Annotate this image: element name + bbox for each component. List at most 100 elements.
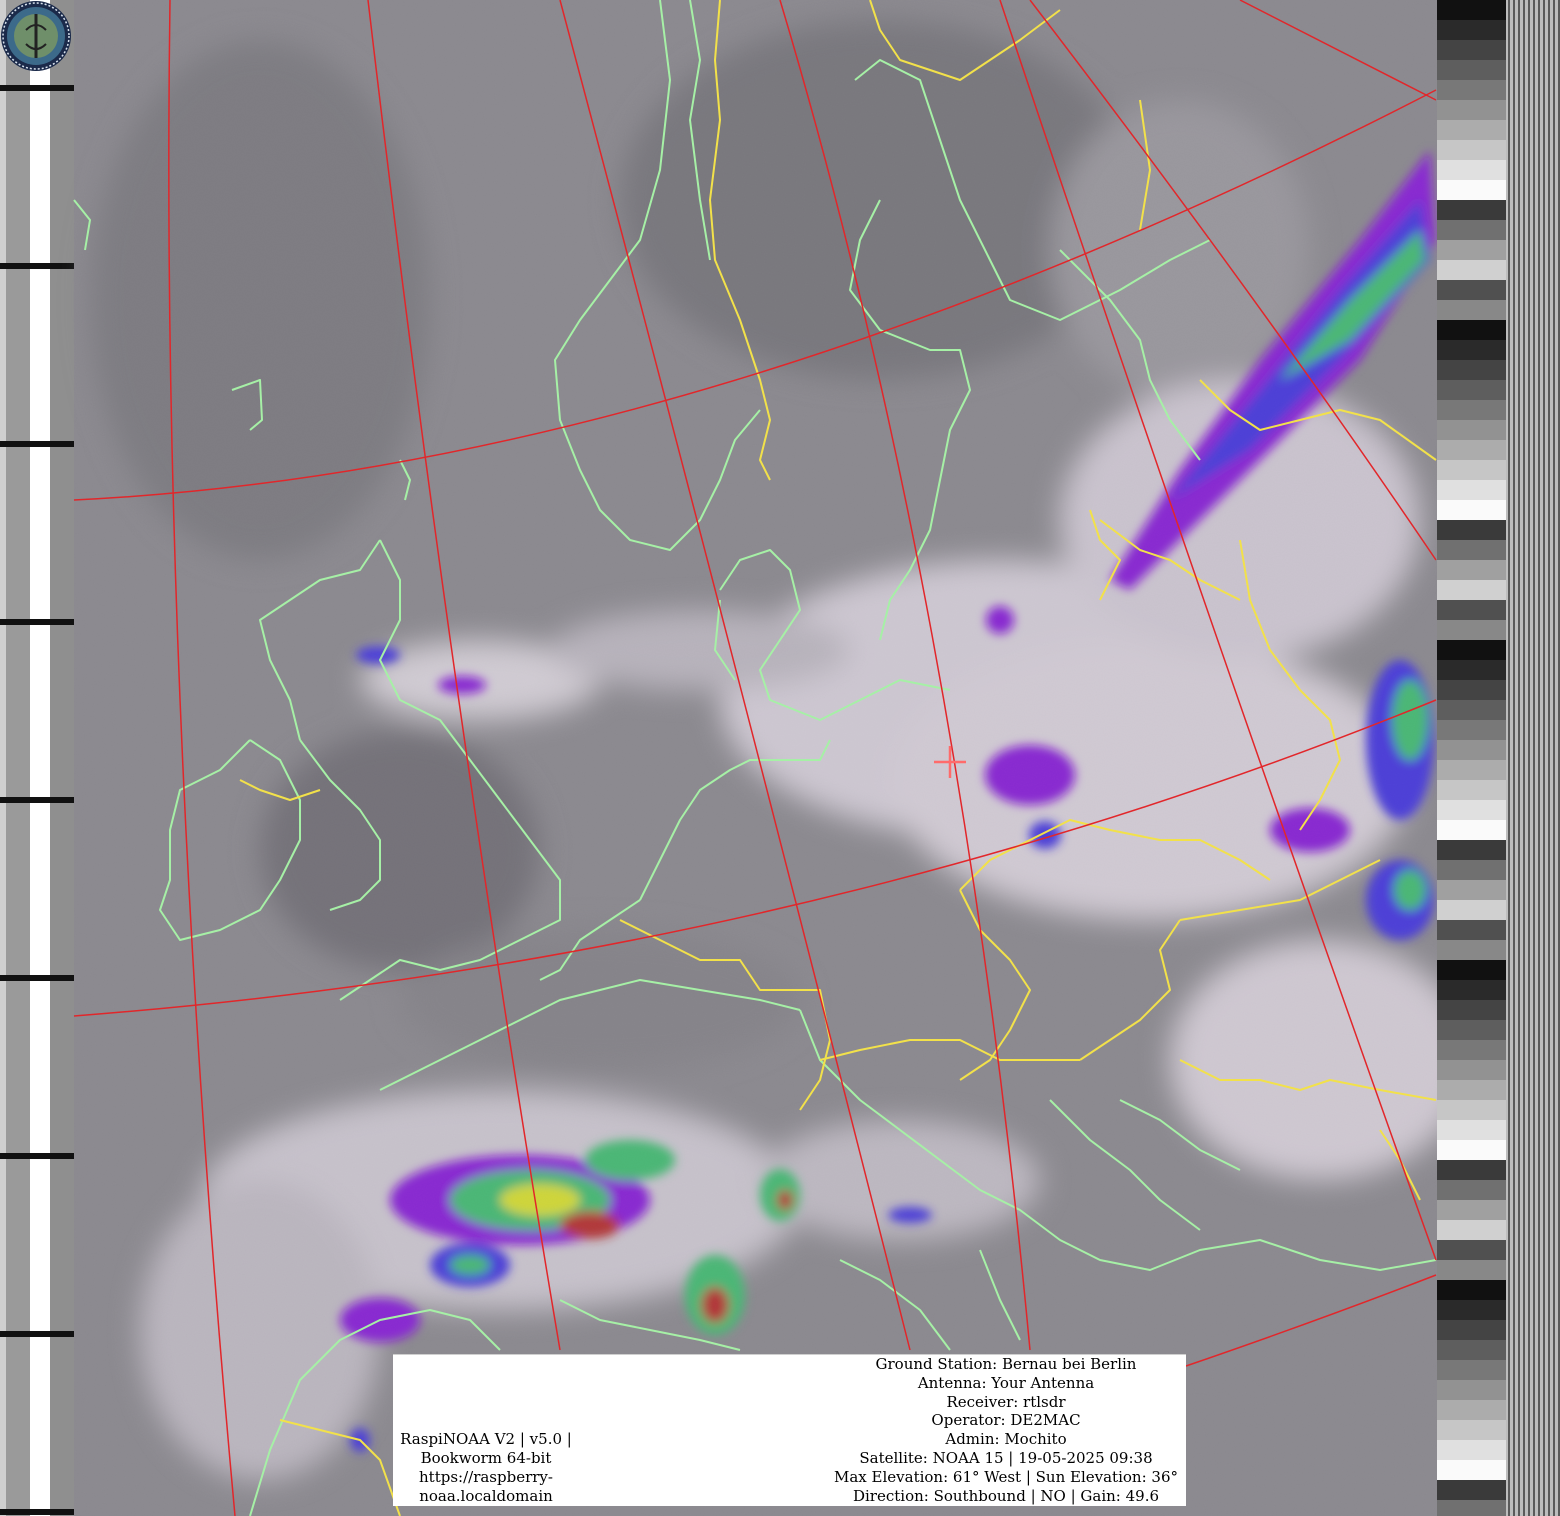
telemetry-block [1437,880,1506,900]
telemetry-block [1437,980,1506,1000]
telemetry-block [1437,160,1506,180]
telemetry-block [1437,1320,1506,1340]
satellite-image: RaspiNOAA V2 | v5.0 | Bookworm 64-bit ht… [0,0,1560,1516]
telemetry-block [1437,1340,1506,1360]
telemetry-stripe [1538,0,1540,1516]
telemetry-block [1437,580,1506,600]
telemetry-block [1437,1440,1506,1460]
elevation-label: Max Elevation: 61° West | Sun Elevation:… [834,1467,1178,1486]
telemetry-block [1437,300,1506,320]
telemetry-block [1437,260,1506,280]
telemetry-block [1437,820,1506,840]
telemetry-block [1437,40,1506,60]
telemetry-block [1437,1040,1506,1060]
pass-info: Ground Station: Bernau bei Berlin Antenn… [786,1355,1226,1505]
telemetry-tick [0,619,74,625]
telemetry-block [1437,280,1506,300]
telemetry-block [1437,540,1506,560]
telemetry-block [1437,100,1506,120]
station-logo-icon [1,1,71,71]
telemetry-tick [0,85,74,91]
telemetry-block [1437,560,1506,580]
telemetry-block [1437,1240,1506,1260]
telemetry-tick [0,975,74,981]
telemetry-stripe [1518,0,1520,1516]
ground-station-label: Ground Station: Bernau bei Berlin [875,1355,1137,1373]
telemetry-block [1437,120,1506,140]
telemetry-block [1437,180,1506,200]
telemetry-block [1437,600,1506,620]
telemetry-block [1437,1420,1506,1440]
telemetry-block [1437,1280,1506,1300]
antenna-label: Antenna: Your Antenna [917,1373,1095,1392]
satellite-label: Satellite: NOAA 15 | 19-05-2025 09:38 [859,1448,1153,1467]
telemetry-block [1437,680,1506,700]
telemetry-block [1437,1260,1506,1280]
telemetry-block [1437,1120,1506,1140]
telemetry-block [1437,1000,1506,1020]
telemetry-block [1437,20,1506,40]
telemetry-block [1437,1360,1506,1380]
telemetry-block [1437,900,1506,920]
receiver-label: Receiver: rtlsdr [946,1392,1066,1411]
telemetry-block [1437,140,1506,160]
telemetry-block [1437,740,1506,760]
telemetry-stripe [1508,0,1510,1516]
telemetry-block [1437,640,1506,660]
telemetry-tick [0,1153,74,1159]
telemetry-stripe [1533,0,1535,1516]
telemetry-block [1437,220,1506,240]
telemetry-stripe [1513,0,1515,1516]
telemetry-block [1437,1400,1506,1420]
telemetry-tick [0,263,74,269]
telemetry-tick [0,1331,74,1337]
telemetry-block [1437,1020,1506,1040]
telemetry-stripe [1528,0,1530,1516]
telemetry-block [1437,1200,1506,1220]
left-telemetry-strip [0,0,74,1516]
telemetry-block [1437,840,1506,860]
telemetry-block [1437,80,1506,100]
telemetry-block [1437,1300,1506,1320]
telemetry-tick [0,797,74,803]
telemetry-block [1437,360,1506,380]
telemetry-block [1437,480,1506,500]
telemetry-block [1437,1100,1506,1120]
right-telemetry-strip [1437,0,1560,1516]
telemetry-block [1437,860,1506,880]
telemetry-stripe [1553,0,1555,1516]
telemetry-tick [0,441,74,447]
telemetry-block [1437,1480,1506,1500]
telemetry-stripe [1543,0,1545,1516]
telemetry-block [1437,700,1506,720]
telemetry-block [1437,200,1506,220]
telemetry-block [1437,440,1506,460]
telemetry-block [1437,420,1506,440]
telemetry-block [1437,520,1506,540]
telemetry-block [1437,1500,1506,1516]
telemetry-block [1437,920,1506,940]
direction-label: Direction: Southbound | NO | Gain: 49.6 [852,1486,1160,1505]
telemetry-block [1437,760,1506,780]
telemetry-block [1437,800,1506,820]
software-line-2: Bookworm 64-bit [420,1449,552,1467]
software-info: RaspiNOAA V2 | v5.0 | Bookworm 64-bit ht… [393,1430,579,1506]
telemetry-block [1437,0,1506,20]
telemetry-block [1437,1160,1506,1180]
telemetry-block [1437,1060,1506,1080]
telemetry-block [1437,320,1506,340]
telemetry-block [1437,620,1506,640]
telemetry-block [1437,500,1506,520]
software-line-4: noaa.localdomain [419,1487,553,1505]
telemetry-block [1437,1080,1506,1100]
weather-map [0,0,1560,1516]
software-line-3: https://raspberry- [419,1468,553,1486]
telemetry-block [1437,1460,1506,1480]
software-line-1: RaspiNOAA V2 | v5.0 | [400,1430,572,1448]
telemetry-block [1437,1140,1506,1160]
telemetry-block [1437,660,1506,680]
telemetry-block [1437,960,1506,980]
telemetry-block [1437,780,1506,800]
telemetry-block [1437,380,1506,400]
telemetry-block [1437,460,1506,480]
